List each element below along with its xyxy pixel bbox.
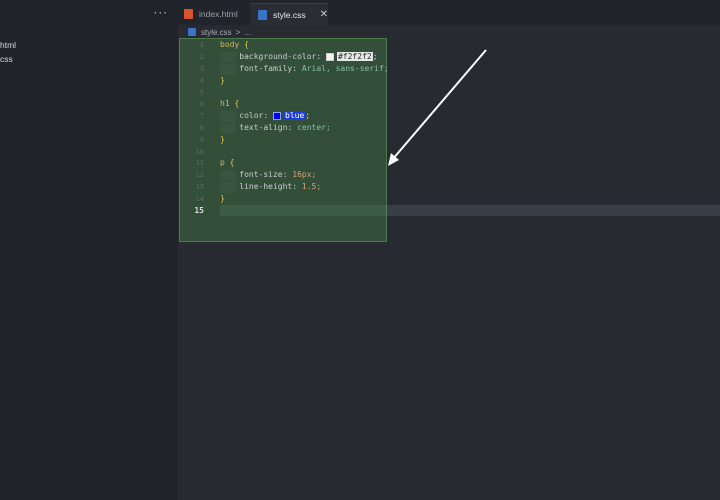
annotation-arrow-icon	[388, 49, 487, 166]
